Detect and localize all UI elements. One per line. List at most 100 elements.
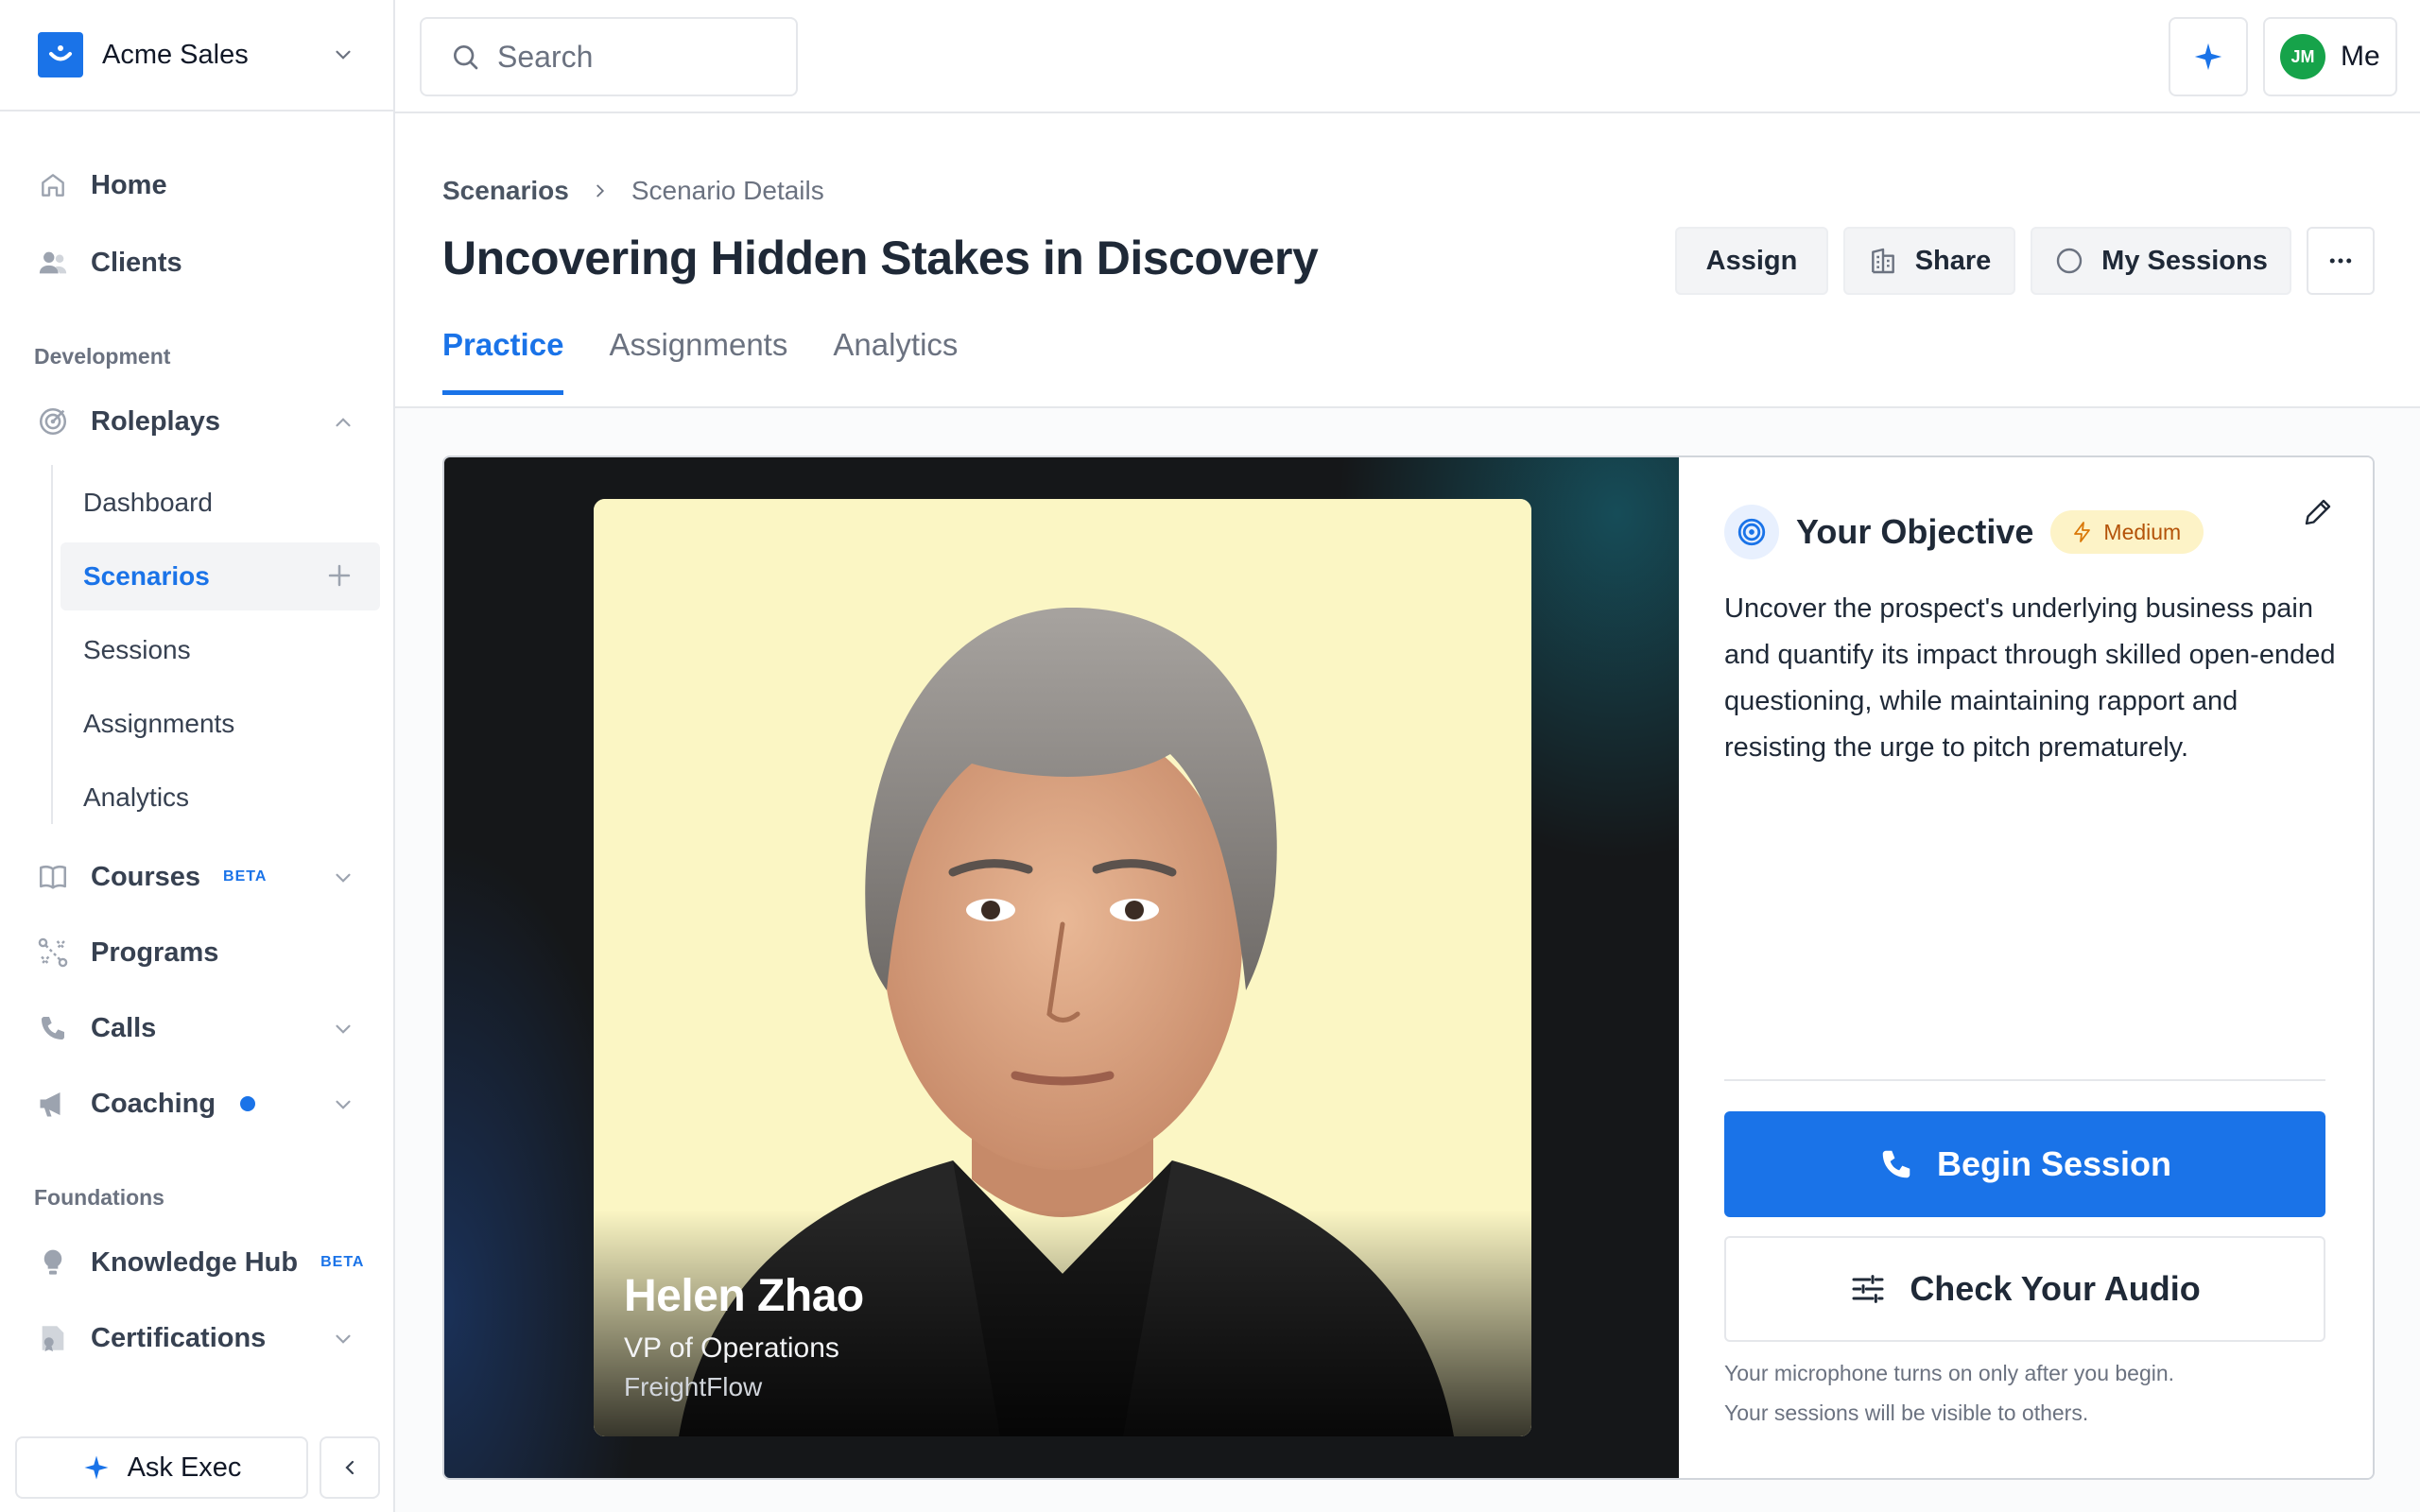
section-label-foundations: Foundations	[34, 1185, 164, 1210]
begin-session-label: Begin Session	[1936, 1144, 2172, 1183]
building-icon	[1871, 248, 1894, 274]
tab-bar: Practice Assignments Analytics	[442, 327, 1003, 395]
circle-icon	[2056, 248, 2083, 274]
sidebar-footer: Ask Exec	[0, 1427, 393, 1512]
search-input[interactable]: Search	[420, 17, 798, 96]
sidebar-item-calls[interactable]: Calls	[34, 998, 374, 1058]
clients-icon	[34, 244, 72, 282]
sidebar-item-clients[interactable]: Clients	[34, 232, 374, 293]
persona-role: VP of Operations	[624, 1332, 839, 1364]
sliders-icon	[1852, 1275, 1884, 1303]
visibility-note: Your sessions will be visible to others.	[1724, 1400, 2089, 1425]
photo-gradient	[594, 1210, 1531, 1436]
sidebar-subitem-assignments[interactable]: Assignments	[60, 690, 380, 758]
org-logo-icon	[38, 32, 83, 77]
sidebar-subitem-sessions[interactable]: Sessions	[60, 616, 380, 684]
programs-icon	[34, 934, 72, 971]
assign-button[interactable]: Assign	[1675, 227, 1828, 295]
objective-header: Your Objective Medium	[1724, 505, 2204, 559]
sidebar-subitem-analytics[interactable]: Analytics	[60, 764, 380, 832]
tab-assignments[interactable]: Assignments	[609, 327, 787, 391]
sidebar-subitem-dashboard[interactable]: Dashboard	[60, 469, 380, 537]
sidebar-subitem-scenarios[interactable]: Scenarios	[60, 542, 380, 610]
chevron-down-icon	[336, 1024, 351, 1034]
chevron-down-icon	[336, 1334, 351, 1344]
begin-session-button[interactable]: Begin Session	[1724, 1111, 2325, 1217]
search-placeholder: Search	[497, 39, 594, 74]
sidebar-item-knowledge-hub[interactable]: Knowledge Hub BETA	[34, 1232, 374, 1293]
difficulty-label: Medium	[2103, 519, 2182, 544]
book-icon	[34, 858, 72, 896]
more-options-button[interactable]	[2307, 227, 2375, 295]
sidebar-item-label: Calls	[91, 1012, 157, 1043]
edit-pencil-icon[interactable]	[2301, 495, 2335, 529]
persona-photo: Helen Zhao VP of Operations FreightFlow	[594, 499, 1531, 1436]
more-horizontal-icon	[2329, 258, 2352, 264]
share-button[interactable]: Share	[1843, 227, 2015, 295]
panel-divider	[1724, 1079, 2325, 1081]
megaphone-icon	[34, 1085, 72, 1123]
objective-panel: Your Objective Medium Uncover the prospe…	[1679, 457, 2373, 1478]
persona-name: Helen Zhao	[624, 1271, 864, 1321]
chevron-down-icon	[336, 1100, 351, 1109]
phone-icon	[1882, 1150, 1910, 1178]
org-name: Acme Sales	[102, 39, 249, 70]
submenu-line	[51, 465, 53, 824]
my-sessions-button[interactable]: My Sessions	[2031, 227, 2291, 295]
sidebar-item-label: Courses	[91, 861, 201, 892]
sidebar-item-roleplays[interactable]: Roleplays	[34, 391, 374, 452]
plus-icon[interactable]	[323, 559, 355, 592]
breadcrumb-current: Scenario Details	[631, 176, 824, 205]
home-icon	[34, 166, 72, 204]
my-sessions-label: My Sessions	[2101, 245, 2268, 276]
collapse-sidebar-button[interactable]	[320, 1436, 380, 1499]
sidebar-item-label: Roleplays	[91, 405, 220, 437]
chevron-down-icon	[336, 873, 351, 883]
certificate-icon	[34, 1319, 72, 1357]
sparkle-icon	[84, 1455, 109, 1480]
breadcrumb-scenarios[interactable]: Scenarios	[442, 176, 569, 206]
check-audio-label: Check Your Audio	[1910, 1269, 2201, 1308]
sidebar-item-label: Certifications	[91, 1322, 267, 1353]
sidebar-item-certifications[interactable]: Certifications	[34, 1308, 374, 1368]
sidebar-subitem-label: Scenarios	[83, 561, 210, 591]
top-bar: Search JM Me	[395, 0, 2420, 113]
ai-assistant-button[interactable]	[2169, 17, 2248, 96]
sidebar-item-label: Coaching	[91, 1088, 216, 1119]
sidebar: Acme Sales Home Clients Development Role…	[0, 0, 395, 1512]
chevron-left-icon	[345, 1460, 354, 1475]
share-label: Share	[1914, 245, 1992, 276]
user-menu-button[interactable]: JM Me	[2263, 17, 2397, 96]
sidebar-item-label: Clients	[91, 247, 182, 278]
sparkle-icon	[2194, 43, 2222, 71]
notification-dot	[240, 1096, 256, 1111]
chevron-up-icon	[336, 418, 351, 427]
user-label: Me	[2341, 41, 2380, 72]
sidebar-item-courses[interactable]: Courses BETA	[34, 847, 374, 907]
scenario-card: Helen Zhao VP of Operations FreightFlow …	[442, 455, 2375, 1480]
phone-icon	[34, 1009, 72, 1047]
page-title: Uncovering Hidden Stakes in Discovery	[442, 232, 1319, 284]
org-switcher[interactable]: Acme Sales	[0, 0, 393, 112]
assign-label: Assign	[1705, 245, 1798, 276]
tab-analytics[interactable]: Analytics	[833, 327, 958, 391]
difficulty-badge: Medium	[2050, 510, 2204, 554]
beta-badge: BETA	[223, 868, 268, 885]
sidebar-fade	[0, 1380, 393, 1427]
section-label-development: Development	[34, 344, 171, 369]
avatar: JM	[2280, 34, 2325, 79]
chevron-right-icon	[590, 180, 611, 201]
ask-exec-button[interactable]: Ask Exec	[15, 1436, 308, 1499]
sidebar-item-home[interactable]: Home	[34, 155, 374, 215]
breadcrumb: Scenarios Scenario Details	[442, 176, 824, 206]
tab-practice[interactable]: Practice	[442, 327, 564, 395]
sidebar-item-label: Programs	[91, 936, 219, 968]
objective-description: Uncover the prospect's underlying busine…	[1724, 593, 2336, 763]
lightning-icon	[2074, 522, 2091, 542]
sidebar-item-label: Knowledge Hub	[91, 1246, 299, 1278]
objective-title: Your Objective	[1796, 512, 2034, 551]
search-icon	[454, 45, 478, 70]
check-audio-button[interactable]: Check Your Audio	[1724, 1236, 2325, 1342]
sidebar-item-programs[interactable]: Programs	[34, 922, 374, 983]
sidebar-item-coaching[interactable]: Coaching	[34, 1074, 374, 1134]
